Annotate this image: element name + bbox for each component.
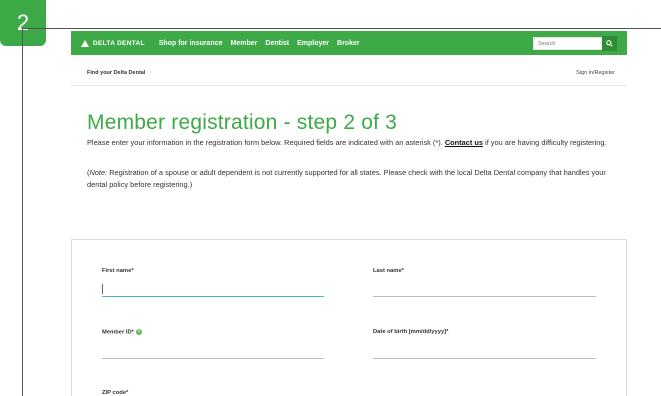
registration-form-card [71, 239, 627, 396]
logo-text: DELTA DENTAL [93, 39, 145, 47]
search-input[interactable] [533, 37, 603, 50]
member-id-label: Member ID*? [102, 329, 142, 336]
frame-left-line [22, 28, 23, 396]
first-name-input[interactable] [102, 283, 324, 297]
nav-employer[interactable]: Employer [297, 40, 329, 47]
intro-text: Please enter your information in the reg… [87, 137, 627, 149]
date-of-birth-label: Date of birth [mm/dd/yyyy]* [373, 329, 449, 335]
sub-navigation: Find your Delta Dental Sign in/Register [71, 66, 627, 86]
delta-dental-logo[interactable]: DELTA DENTAL [81, 39, 145, 47]
intro-before: Please enter your information in the reg… [87, 138, 445, 147]
nav-dentist[interactable]: Dentist [265, 40, 289, 47]
last-name-label: Last name* [373, 268, 404, 274]
contact-us-link[interactable]: Contact us [445, 138, 483, 147]
nav-shop-insurance[interactable]: Shop for insurance [159, 40, 223, 47]
member-id-input[interactable] [102, 345, 324, 359]
main-nav-links: Shop for insurance Member Dentist Employ… [159, 40, 360, 47]
zip-code-label: ZIP code* [102, 390, 129, 396]
text-caret [102, 284, 103, 294]
search-button[interactable] [602, 36, 617, 51]
note-body: Registration of a spouse or adult depend… [87, 168, 606, 189]
top-navigation: DELTA DENTAL Shop for insurance Member D… [71, 31, 627, 55]
info-icon[interactable]: ? [135, 329, 142, 335]
nav-broker[interactable]: Broker [337, 40, 360, 47]
intro-after: if you are having difficulty registering… [483, 138, 607, 147]
find-your-delta-dental-link[interactable]: Find your Delta Dental [87, 70, 145, 76]
delta-triangle-icon [81, 39, 89, 47]
note-label: Note: [89, 168, 108, 177]
nav-member[interactable]: Member [231, 40, 258, 47]
date-of-birth-input[interactable] [373, 345, 596, 359]
sign-in-register-link[interactable]: Sign in/Register [576, 70, 615, 76]
member-id-label-text: Member ID* [102, 329, 134, 336]
note-text: (Note: Registration of a spouse or adult… [87, 168, 606, 189]
page-title: Member registration - step 2 of 3 [87, 111, 398, 134]
step-badge: 2 [0, 0, 46, 46]
last-name-input[interactable] [373, 283, 596, 297]
frame-top-line [22, 28, 661, 29]
first-name-label: First name* [102, 268, 134, 274]
search-icon [606, 40, 613, 47]
